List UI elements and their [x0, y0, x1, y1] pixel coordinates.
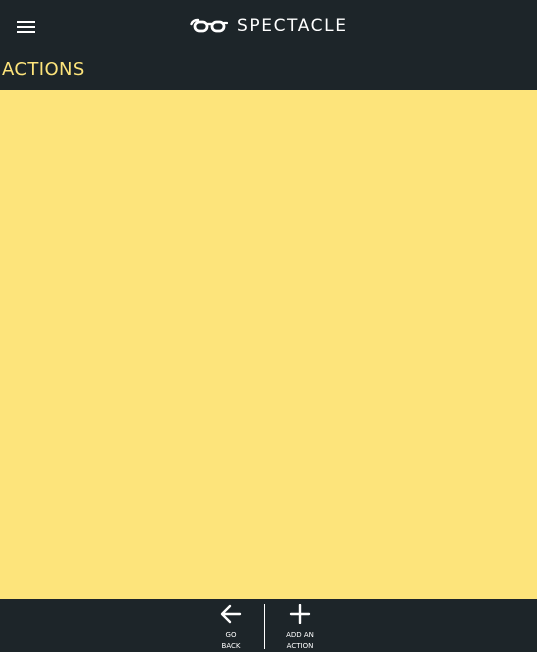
page-title: ACTIONS	[2, 59, 85, 80]
menu-button[interactable]	[14, 15, 38, 39]
section-header: ACTIONS	[0, 55, 537, 90]
hamburger-menu-icon	[17, 21, 35, 33]
plus-icon	[289, 604, 311, 624]
bottom-toolbar: GO BACK ADD AN ACTION	[0, 599, 537, 650]
top-app-bar: SPECTACLE	[0, 0, 537, 55]
go-back-button[interactable]: GO BACK	[199, 599, 263, 650]
brand[interactable]: SPECTACLE	[190, 14, 348, 38]
add-action-button[interactable]: ADD AN ACTION	[268, 599, 332, 650]
app-name: SPECTACLE	[237, 16, 348, 36]
arrow-left-icon	[220, 604, 242, 624]
actions-content-area	[0, 90, 537, 599]
toolbar-divider	[264, 604, 265, 649]
glasses-logo-icon	[190, 18, 228, 33]
